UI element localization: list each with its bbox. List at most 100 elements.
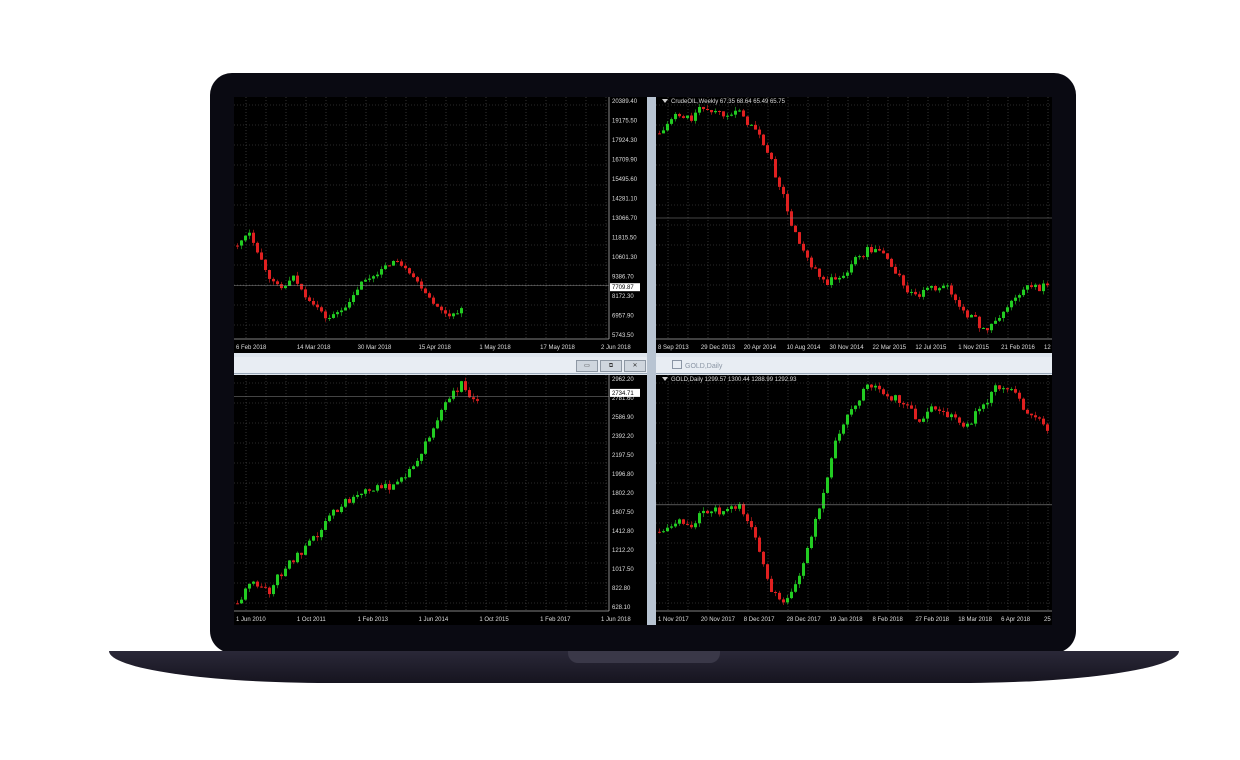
candle [942, 283, 945, 289]
candle [332, 508, 335, 519]
candle [352, 291, 355, 305]
candle [296, 271, 299, 287]
candle [806, 546, 809, 564]
candle [400, 259, 403, 268]
candle [316, 532, 319, 542]
window-titlebar[interactable]: ▭ ⧉ ✕ GOLD,Daily [234, 357, 1052, 374]
candle [722, 111, 725, 119]
candle [452, 387, 455, 401]
candle [846, 414, 849, 429]
y-tick-label: 1212.20 [612, 548, 634, 554]
candle [404, 263, 407, 271]
candle [1038, 416, 1041, 421]
candle [978, 406, 981, 415]
candle [304, 543, 307, 556]
x-tick-label: 25 A [1044, 617, 1052, 623]
x-tick-label: 21 Feb 2016 [1001, 345, 1035, 351]
candle [858, 254, 861, 260]
candlestick-chart[interactable]: 1 Nov 2017 20 Nov 2017 8 Dec 2017 28 Dec 20… [656, 375, 1052, 625]
candle [1026, 285, 1029, 293]
candle [1030, 282, 1033, 289]
candle [862, 254, 865, 260]
minimize-button[interactable]: ▭ [576, 360, 598, 372]
candlestick-chart[interactable]: 8 Sep 2013 29 Dec 2013 20 Apr 2014 10 Aug 2… [656, 97, 1052, 353]
candle [882, 387, 885, 396]
candle [726, 506, 729, 513]
candle [782, 597, 785, 606]
candle [886, 391, 889, 399]
y-tick-label: 1607.50 [612, 510, 634, 516]
candle [894, 394, 897, 403]
candle [388, 265, 391, 267]
close-button[interactable]: ✕ [624, 360, 646, 372]
candle [1006, 387, 1009, 393]
dropdown-icon[interactable] [662, 377, 668, 382]
x-tick-label: 30 Mar 2018 [358, 345, 392, 351]
candle [782, 184, 785, 198]
candle [886, 253, 889, 260]
candle [766, 143, 769, 154]
candlestick-chart[interactable]: 2962.20 2781.60 2586.90 2392.20 2197.50 1996.… [234, 375, 647, 625]
candle [674, 112, 677, 122]
candle [392, 260, 395, 266]
candle [722, 511, 725, 516]
candle [938, 286, 941, 293]
chart-bottom-right[interactable]: 1 Nov 2017 20 Nov 2017 8 Dec 2017 28 Dec 20… [656, 375, 1052, 625]
candlestick-chart[interactable]: 20389.40 19175.50 17924.30 16709.90 15495.60… [234, 97, 647, 353]
candle [658, 130, 661, 135]
candle [344, 497, 347, 508]
y-tick-label: 11815.50 [612, 236, 637, 242]
candle [662, 529, 665, 533]
x-tick-label: 1 Jun 2014 [419, 617, 449, 623]
candle [922, 286, 925, 300]
candle [248, 583, 251, 593]
candle [440, 408, 443, 422]
candle [958, 416, 961, 426]
candle [420, 278, 423, 292]
candle [738, 501, 741, 512]
candle [810, 255, 813, 270]
candle [400, 476, 403, 484]
candle [694, 520, 697, 530]
chart-label: CrudeOIL,Weekly 67.35 68.64 65.49 65.75 [662, 99, 785, 105]
candle [320, 528, 323, 541]
candle [464, 377, 467, 392]
x-tick-label: 19 Jan 2018 [830, 617, 864, 623]
candle [870, 384, 873, 391]
candle [678, 518, 681, 526]
x-tick-label: 12 Jun [1044, 345, 1052, 351]
y-tick-label: 1996.80 [612, 472, 634, 478]
candle [702, 106, 705, 112]
restore-button[interactable]: ⧉ [600, 360, 622, 372]
candle [420, 453, 423, 465]
candle [790, 588, 793, 600]
y-tick-label: 10601.30 [612, 255, 638, 261]
vertical-splitter[interactable] [647, 97, 656, 625]
candle [938, 406, 941, 415]
candle [970, 313, 973, 318]
candle [300, 283, 303, 291]
candle [754, 524, 757, 541]
candle [308, 538, 311, 546]
y-tick-label: 19175.50 [612, 119, 638, 125]
dropdown-icon[interactable] [662, 99, 668, 104]
chart-bottom-left[interactable]: 2962.20 2781.60 2586.90 2392.20 2197.50 1996.… [234, 375, 647, 625]
candle [694, 109, 697, 124]
candle [348, 298, 351, 310]
candle [252, 580, 255, 586]
candle [930, 285, 933, 291]
candle [982, 403, 985, 412]
candle [994, 383, 997, 396]
chart-top-left[interactable]: 20389.40 19175.50 17924.30 16709.90 15495.60… [234, 97, 647, 353]
candle [288, 276, 291, 287]
candle [300, 552, 303, 559]
candle [408, 267, 411, 275]
candle [798, 573, 801, 588]
candle [428, 435, 431, 442]
grid [234, 97, 609, 339]
candle [452, 312, 455, 320]
chart-top-right[interactable]: 8 Sep 2013 29 Dec 2013 20 Apr 2014 10 Aug 2… [656, 97, 1052, 353]
candle [320, 305, 323, 313]
candle [1014, 385, 1017, 394]
x-tick-label: 15 Apr 2018 [419, 345, 452, 351]
